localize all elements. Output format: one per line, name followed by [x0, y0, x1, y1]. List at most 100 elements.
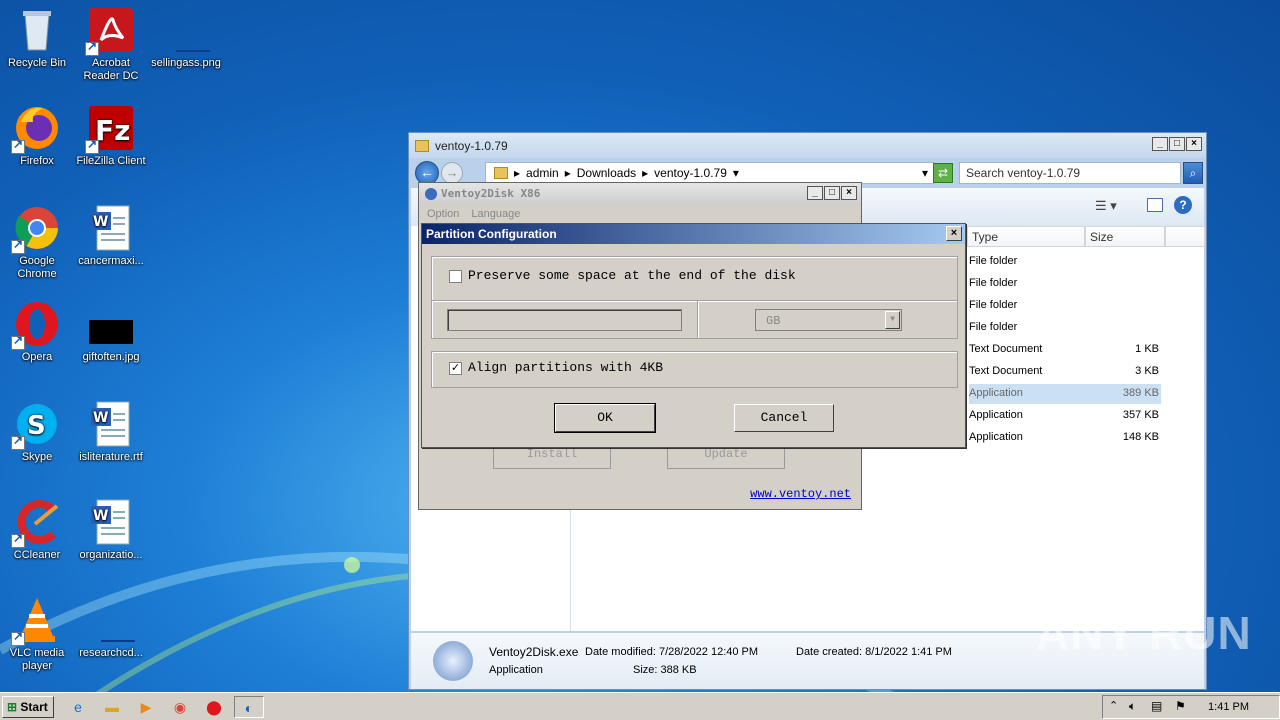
chevron-right-icon[interactable]: ▸: [514, 166, 520, 180]
chevron-down-icon[interactable]: ▾: [733, 166, 739, 180]
search-input[interactable]: Search ventoy-1.0.79: [959, 162, 1181, 184]
file-size: 1 KB: [1135, 343, 1159, 355]
network-icon[interactable]: ▤: [1151, 699, 1162, 713]
explorer-titlebar[interactable]: ventoy-1.0.79: [409, 133, 1206, 158]
desktop-icon-isliterature[interactable]: W isliterature.rtf: [74, 400, 148, 464]
file-row[interactable]: File folder: [969, 252, 1161, 272]
breadcrumb-item[interactable]: Downloads: [577, 166, 636, 180]
start-label: Start: [20, 700, 48, 714]
desktop-icon-firefox[interactable]: Firefox: [0, 104, 74, 168]
column-header-type[interactable]: Type: [967, 226, 1085, 247]
close-button[interactable]: ×: [841, 186, 857, 200]
file-row[interactable]: File folder: [969, 296, 1161, 316]
ccleaner-icon: [11, 498, 61, 548]
file-icon: [87, 596, 147, 644]
taskbar: ⊞ Start e ▬ ▶ ◉ ⬤ ◐ ⌃ 🔈︎ ▤ ⚑ 1:41 PM: [0, 692, 1280, 720]
column-header-size[interactable]: Size: [1085, 226, 1165, 247]
ok-button[interactable]: OK: [554, 403, 656, 433]
ventoy-titlebar[interactable]: Ventoy2Disk X86: [419, 183, 861, 204]
minimize-button[interactable]: _: [1152, 137, 1168, 151]
chrome-taskbar-icon[interactable]: ◉: [168, 696, 192, 718]
opera-taskbar-icon[interactable]: ⬤: [202, 696, 226, 718]
desktop-icon-sellingass[interactable]: sellingass.png: [149, 6, 223, 70]
file-row-selected[interactable]: Application 389 KB: [969, 384, 1161, 404]
size-unit-select[interactable]: GB ▼: [755, 309, 902, 331]
volume-icon[interactable]: 🔈︎: [1129, 699, 1136, 714]
desktop-icon-vlc[interactable]: VLC media player: [0, 596, 74, 673]
desktop-icon-skype[interactable]: S Skype: [0, 400, 74, 464]
explorer-taskbar-icon[interactable]: ▬: [100, 696, 124, 718]
file-row[interactable]: Application 357 KB: [969, 406, 1161, 426]
chevron-right-icon[interactable]: ▸: [565, 166, 571, 180]
view-options-icon[interactable]: ☰ ▾: [1095, 198, 1117, 214]
dialog-close-button[interactable]: ×: [946, 226, 962, 241]
address-bar[interactable]: ▸ admin ▸ Downloads ▸ ventoy-1.0.79 ▾ ▾: [485, 162, 935, 184]
column-header-extra[interactable]: [1165, 226, 1205, 247]
menu-language[interactable]: Language: [471, 208, 520, 220]
align-4kb-checkbox[interactable]: ✓: [449, 362, 462, 375]
ventoy-taskbar-icon[interactable]: ◐: [234, 696, 264, 718]
address-dropdown-icon[interactable]: ▾: [922, 166, 928, 180]
minimize-button[interactable]: _: [807, 186, 823, 200]
reserve-size-input[interactable]: [447, 309, 682, 331]
internet-explorer-icon[interactable]: e: [66, 696, 90, 718]
desktop-icon-filezilla[interactable]: Fz FileZilla Client: [74, 104, 148, 168]
explorer-title: ventoy-1.0.79: [435, 138, 508, 153]
details-size: Size: 388 KB: [633, 664, 697, 676]
desktop-icon-giftoften[interactable]: giftoften.jpg: [74, 300, 148, 364]
breadcrumb-item[interactable]: ventoy-1.0.79: [654, 166, 727, 180]
details-filename: Ventoy2Disk.exe: [489, 645, 579, 659]
chevron-down-icon[interactable]: ▼: [885, 311, 900, 329]
forward-button[interactable]: →: [441, 162, 463, 184]
desktop-icon-label: isliterature.rtf: [79, 451, 143, 463]
application-icon: [433, 641, 473, 681]
maximize-button[interactable]: □: [824, 186, 840, 200]
menu-option[interactable]: Option: [427, 208, 459, 220]
maximize-button[interactable]: □: [1169, 137, 1185, 151]
desktop-icon-label: Google Chrome: [17, 255, 57, 280]
file-row[interactable]: File folder: [969, 318, 1161, 338]
file-row[interactable]: Application 148 KB: [969, 428, 1161, 448]
file-row[interactable]: File folder: [969, 274, 1161, 294]
file-type: Application: [969, 409, 1023, 421]
desktop-icon-organizatio[interactable]: W organizatio...: [74, 498, 148, 562]
media-player-icon[interactable]: ▶: [134, 696, 158, 718]
file-row[interactable]: Text Document 3 KB: [969, 362, 1161, 382]
dialog-titlebar[interactable]: Partition Configuration: [422, 224, 965, 244]
search-icon[interactable]: ⌕: [1183, 162, 1203, 184]
desktop-icon-chrome[interactable]: Google Chrome: [0, 204, 74, 281]
desktop-icon-label: VLC media player: [9, 647, 65, 672]
clock[interactable]: 1:41 PM: [1208, 701, 1249, 713]
chevron-right-icon[interactable]: ▸: [642, 166, 648, 180]
ventoy-app-icon: [425, 187, 437, 200]
desktop-icon-label: cancermaxi...: [78, 255, 144, 267]
show-hidden-icons-icon[interactable]: ⌃: [1109, 699, 1118, 712]
file-row[interactable]: Text Document 1 KB: [969, 340, 1161, 360]
breadcrumb-item[interactable]: admin: [526, 166, 559, 180]
image-file-icon: [87, 300, 135, 348]
preserve-space-checkbox[interactable]: [449, 270, 462, 283]
desktop-icon-opera[interactable]: Opera: [0, 300, 74, 364]
desktop-icon-ccleaner[interactable]: CCleaner: [0, 498, 74, 562]
dialog-title: Partition Configuration: [426, 227, 557, 241]
cancel-button[interactable]: Cancel: [734, 404, 834, 432]
folder-icon: [494, 167, 508, 179]
desktop-icon-recycle-bin[interactable]: Recycle Bin: [0, 6, 74, 70]
preview-pane-icon[interactable]: [1147, 198, 1163, 212]
ventoy-website-link[interactable]: www.ventoy.net: [750, 487, 851, 501]
details-created: Date created: 8/1/2022 1:41 PM: [796, 646, 952, 658]
start-button[interactable]: ⊞ Start: [2, 696, 54, 718]
filezilla-icon: Fz: [85, 104, 135, 154]
close-button[interactable]: ×: [1186, 137, 1202, 151]
desktop-icon-acrobat[interactable]: Acrobat Reader DC: [74, 6, 148, 83]
firefox-icon: [11, 104, 61, 154]
desktop-icon-label: giftoften.jpg: [82, 351, 140, 363]
desktop-icon-researchcd[interactable]: researchcd...: [74, 596, 148, 660]
refresh-button[interactable]: ⇄: [933, 163, 953, 183]
image-file-icon: [162, 6, 222, 54]
help-icon[interactable]: ?: [1174, 196, 1192, 214]
file-size: 357 KB: [1122, 409, 1159, 421]
action-center-flag-icon[interactable]: ⚑: [1175, 699, 1186, 713]
desktop-icon-cancermaxi[interactable]: W cancermaxi...: [74, 204, 148, 268]
skype-icon: S: [11, 400, 61, 450]
